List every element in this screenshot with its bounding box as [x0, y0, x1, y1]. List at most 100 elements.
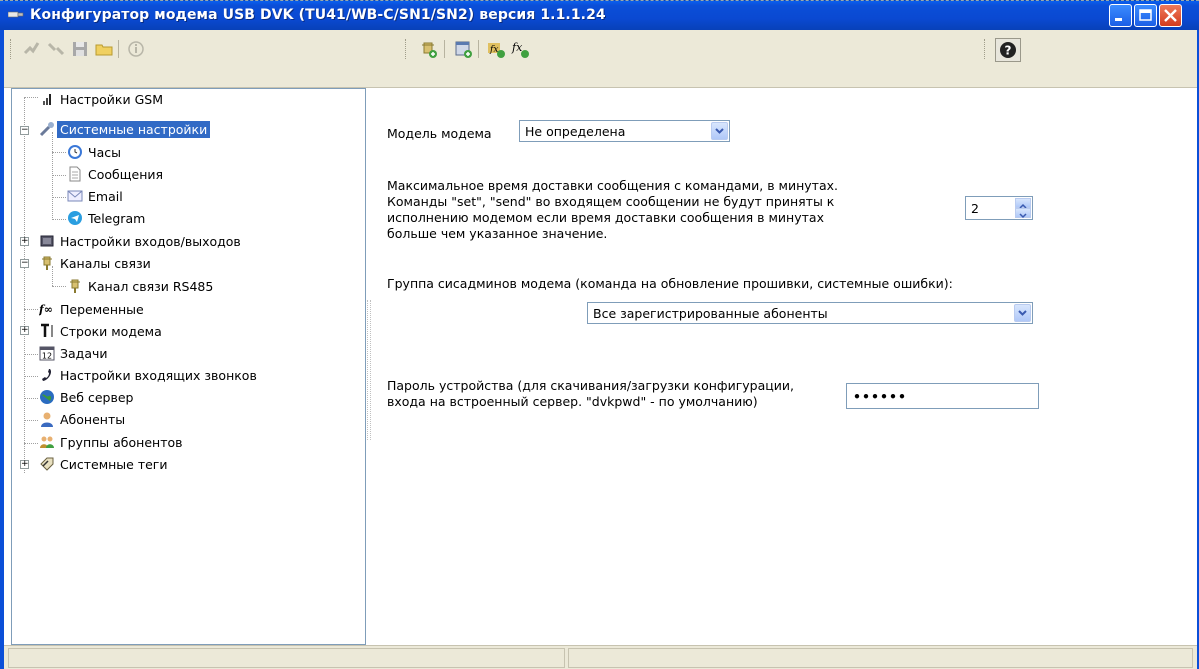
- toolbar-grip-3[interactable]: [984, 39, 988, 59]
- spinner-up-button[interactable]: [1015, 198, 1031, 209]
- wrench-icon: [39, 122, 54, 137]
- add-variable-icon[interactable]: fx: [510, 39, 530, 59]
- model-label: Модель модема: [387, 126, 492, 141]
- expand-toggle[interactable]: +: [20, 237, 29, 246]
- add-channel-icon[interactable]: [418, 39, 438, 59]
- help-icon: ?: [1000, 42, 1016, 58]
- tree-item-incoming-calls[interactable]: Настройки входящих звонков: [39, 365, 260, 385]
- collapse-toggle[interactable]: −: [20, 126, 29, 135]
- info-icon[interactable]: [126, 39, 146, 59]
- tree-line: [52, 197, 66, 198]
- users-group-icon: [40, 436, 54, 448]
- password-value: ••••••: [853, 389, 907, 404]
- svg-text:f∞: f∞: [39, 303, 53, 316]
- function-icon: f∞: [39, 303, 53, 316]
- admins-group-select[interactable]: Все зарегистрированные абоненты: [587, 302, 1033, 324]
- toolbar-separator: [444, 40, 445, 58]
- tree-item-rs485[interactable]: Канал связи RS485: [67, 276, 216, 296]
- add-function-icon[interactable]: fx: [486, 39, 506, 59]
- maximize-button[interactable]: [1134, 4, 1157, 27]
- io-board-icon: [40, 235, 54, 247]
- document-icon: [69, 166, 81, 182]
- toolbar-separator: [478, 40, 479, 58]
- connect-icon[interactable]: [22, 39, 42, 59]
- tree-item-web-server[interactable]: Веб сервер: [39, 387, 136, 407]
- title-bar[interactable]: Конфигуратор модема USB DVK (TU41/WB-C/S…: [0, 0, 1199, 30]
- tree-item-messages[interactable]: Сообщения: [67, 164, 166, 184]
- toolbar-separator: [118, 40, 119, 58]
- help-button[interactable]: ?: [995, 38, 1021, 62]
- calendar-icon: 12: [39, 346, 55, 361]
- text-cursor-icon: [41, 323, 53, 337]
- tree-line: [24, 354, 38, 355]
- tree-line: [52, 175, 66, 176]
- admins-group-dropdown[interactable]: [1014, 304, 1031, 322]
- disconnect-icon[interactable]: [46, 39, 66, 59]
- close-icon: [1164, 9, 1177, 22]
- clock-icon: [68, 145, 82, 159]
- envelope-icon: [67, 190, 83, 202]
- chevron-down-icon: [1019, 213, 1027, 219]
- tree-line: [24, 97, 38, 98]
- tree-item-subscribers[interactable]: Абоненты: [39, 409, 128, 429]
- status-panel-right: [568, 648, 1193, 668]
- tree-item-tasks[interactable]: 12 Задачи: [39, 343, 111, 363]
- window-left-border: [0, 30, 4, 669]
- model-select-dropdown[interactable]: [711, 122, 728, 140]
- tree-item-channels[interactable]: Каналы связи: [39, 253, 154, 273]
- save-icon[interactable]: [70, 39, 90, 59]
- tree-item-system-tags[interactable]: Системные теги: [39, 454, 171, 474]
- admins-group-value: Все зарегистрированные абоненты: [593, 306, 828, 321]
- delivery-text-line-1: Максимальное время доставки сообщения с …: [387, 178, 838, 193]
- spinner-down-button[interactable]: [1015, 208, 1031, 219]
- tree-item-variables[interactable]: f∞ Переменные: [39, 299, 147, 319]
- channel-plug-icon: [70, 279, 80, 293]
- tree-line: [52, 219, 66, 220]
- toolbar-grip-2[interactable]: [405, 39, 409, 59]
- status-panel-left: [8, 648, 565, 668]
- toolbar: fx fx ?: [4, 30, 1197, 88]
- expand-toggle[interactable]: +: [20, 326, 29, 335]
- settings-panel: Модель модема Не определена Максимальное…: [371, 88, 1197, 645]
- tree-item-email[interactable]: Email: [67, 186, 126, 206]
- svg-text:12: 12: [42, 352, 52, 361]
- settings-tree[interactable]: − + − + + Настройки GSM Системные настро…: [11, 88, 366, 645]
- expand-toggle[interactable]: +: [20, 460, 29, 469]
- model-select[interactable]: Не определена: [519, 120, 730, 142]
- tree-item-system-settings[interactable]: Системные настройки: [39, 119, 211, 139]
- tree-line: [24, 309, 38, 310]
- close-button[interactable]: [1159, 4, 1182, 27]
- tree-line: [52, 286, 66, 287]
- chevron-down-icon: [715, 128, 724, 134]
- tags-icon: [40, 457, 54, 471]
- tree-line: [24, 97, 25, 473]
- tree-line: [24, 398, 38, 399]
- minimize-button[interactable]: [1109, 4, 1132, 27]
- model-select-value: Не определена: [525, 124, 626, 139]
- password-input[interactable]: ••••••: [846, 383, 1039, 409]
- maximize-icon: [1139, 9, 1152, 21]
- tree-item-gsm[interactable]: Настройки GSM: [39, 89, 166, 109]
- toolbar-grip[interactable]: [10, 39, 14, 59]
- window-title: Конфигуратор модема USB DVK (TU41/WB-C/S…: [30, 7, 606, 23]
- delivery-text-line-2: Команды "set", "send" во входящем сообще…: [387, 194, 835, 209]
- admins-label: Группа сисадминов модема (команда на обн…: [387, 276, 953, 291]
- status-bar: [4, 645, 1197, 669]
- svg-text:fx: fx: [489, 45, 498, 55]
- tree-item-io-settings[interactable]: Настройки входов/выходов: [39, 231, 244, 251]
- delivery-time-value: 2: [971, 201, 979, 216]
- tree-line: [52, 152, 66, 153]
- minimize-icon: [1115, 18, 1122, 21]
- add-task-icon[interactable]: [453, 39, 473, 59]
- tree-item-clock[interactable]: Часы: [67, 142, 124, 162]
- tree-line: [24, 420, 38, 421]
- tree-item-telegram[interactable]: Telegram: [67, 208, 148, 228]
- tree-item-modem-strings[interactable]: Строки модема: [39, 321, 165, 341]
- tree-item-subscriber-groups[interactable]: Группы абонентов: [39, 432, 186, 452]
- collapse-toggle[interactable]: −: [20, 259, 29, 268]
- open-folder-icon[interactable]: [94, 39, 114, 59]
- password-text-line-1: Пароль устройства (для скачивания/загруз…: [387, 378, 795, 393]
- channel-plug-icon: [42, 256, 52, 270]
- telegram-icon: [68, 211, 82, 225]
- delivery-time-spinner[interactable]: 2: [965, 196, 1033, 220]
